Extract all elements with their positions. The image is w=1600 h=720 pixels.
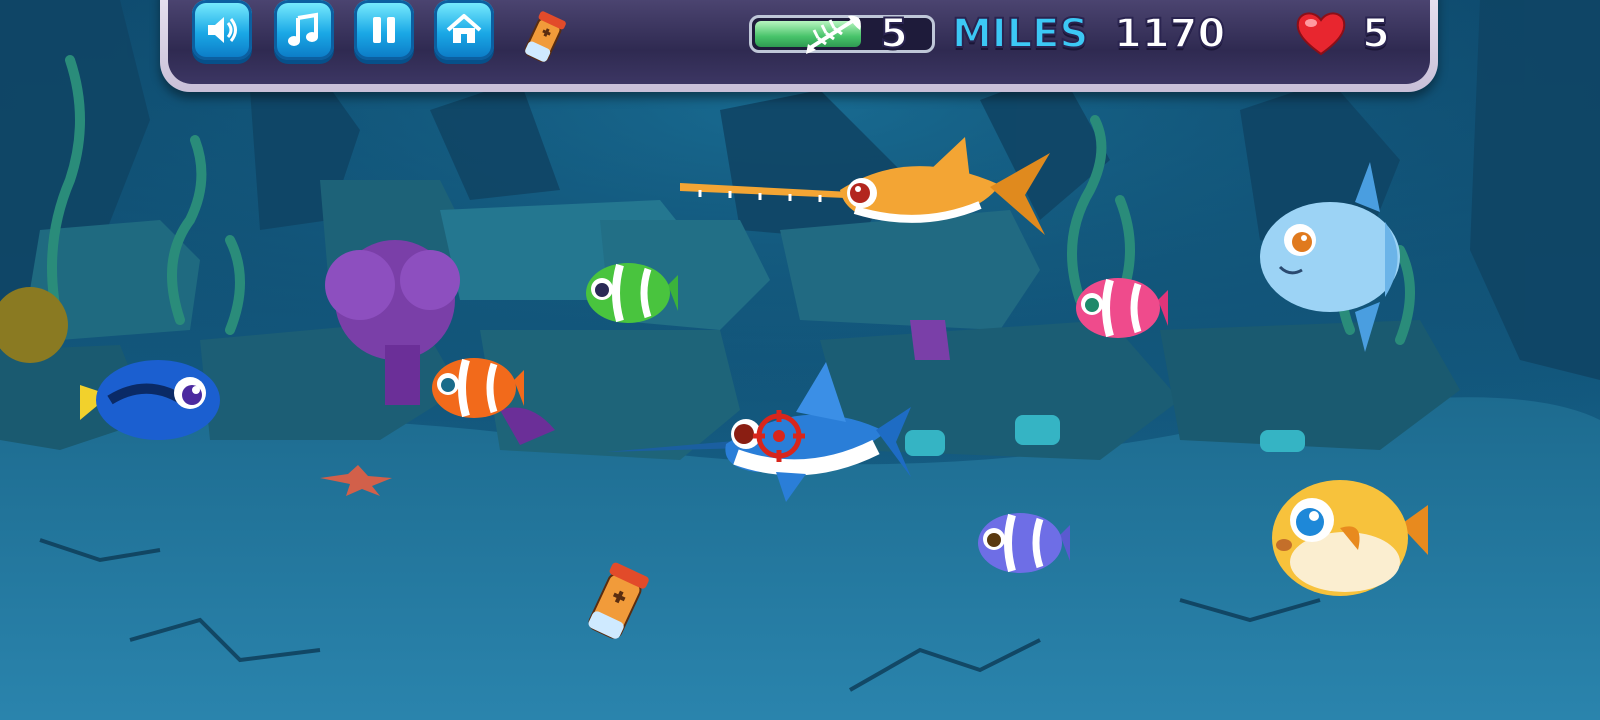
miles-value: 1170 bbox=[1113, 11, 1226, 57]
clownfish-pink bbox=[1076, 278, 1168, 338]
heart-icon bbox=[1296, 12, 1346, 56]
speaker-icon bbox=[208, 17, 237, 43]
home-icon bbox=[446, 14, 482, 43]
potion-bottle-pickup[interactable] bbox=[570, 556, 660, 656]
swordfish-player bbox=[606, 362, 911, 502]
miles-label: MILES bbox=[951, 11, 1089, 57]
sunfish bbox=[1260, 162, 1400, 352]
clownfish-orange bbox=[432, 358, 524, 418]
clownfish-purple bbox=[978, 513, 1070, 573]
pause-icon bbox=[373, 17, 395, 43]
music-button[interactable] bbox=[274, 0, 334, 60]
lives-count: 5 bbox=[1361, 11, 1391, 57]
fish-eaten-count: 5 bbox=[879, 11, 909, 57]
pufferfish bbox=[1272, 480, 1428, 596]
sawfish bbox=[680, 137, 1050, 235]
blue-tang-fish bbox=[80, 360, 220, 440]
clownfish-green bbox=[586, 263, 678, 323]
sound-button[interactable] bbox=[192, 0, 252, 60]
top-hud-frame: 5 MILES 1170 5 bbox=[160, 0, 1438, 92]
fish-bone-icon bbox=[806, 15, 861, 54]
potion-bottle-icon bbox=[524, 11, 566, 63]
music-note-icon bbox=[288, 12, 318, 46]
pause-button[interactable] bbox=[354, 0, 414, 60]
underwater-scene bbox=[0, 0, 1600, 720]
home-button[interactable] bbox=[434, 0, 494, 60]
